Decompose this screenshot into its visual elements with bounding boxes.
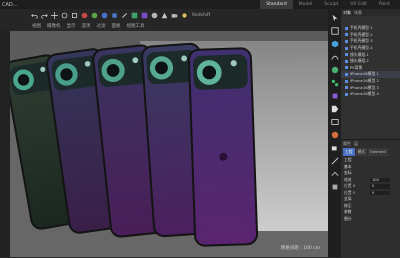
snap-icon[interactable]: [330, 156, 339, 165]
move-icon[interactable]: [50, 11, 58, 19]
list-item[interactable]: 镜头模组.2: [341, 58, 400, 65]
list-item[interactable]: iPhone16模型.1: [341, 71, 400, 78]
toolbar-label-view-tools: 视图工具: [126, 24, 145, 29]
generator-icon[interactable]: [330, 65, 339, 74]
value-field[interactable]: 0: [370, 184, 390, 189]
scale-icon[interactable]: [70, 11, 78, 19]
object-icon: [345, 79, 348, 83]
window-title: CAD...: [2, 1, 18, 8]
rotate-icon[interactable]: [60, 11, 68, 19]
object-icon: [345, 53, 348, 57]
object-icon: [345, 33, 348, 37]
tab-scene[interactable]: 场景: [354, 10, 362, 16]
object-icon: [345, 46, 348, 50]
mode-tab-project[interactable]: 工程: [343, 148, 355, 156]
layout-tab-sculpt[interactable]: Sculpt: [318, 0, 344, 9]
list-item[interactable]: PS背景: [341, 65, 400, 72]
object-icon: [345, 72, 348, 76]
axis-x-icon[interactable]: [80, 11, 88, 19]
spline-icon[interactable]: [330, 52, 339, 61]
workplane-icon[interactable]: [330, 169, 339, 178]
layout-tab-model[interactable]: Model: [293, 0, 319, 9]
menu-filter[interactable]: 过滤: [95, 22, 108, 30]
tab-objects[interactable]: 对象: [343, 10, 351, 16]
object-icon: [345, 59, 348, 63]
attribute-header: 属性 层: [341, 140, 400, 147]
object-icon: [345, 86, 348, 90]
mograph-icon[interactable]: [330, 78, 339, 87]
grid-spacing-label: 网格间距 : 100 cm: [280, 246, 320, 251]
list-item[interactable]: iPhone16模型.3: [341, 84, 400, 91]
menu-panel[interactable]: 面板: [110, 22, 123, 30]
object-manager-header: 对象 场景: [341, 9, 400, 16]
attribute-manager: 属性 层 工程 模式 Element 工程 基本 坐标 缩放 100 位置 X0 …: [341, 139, 400, 258]
frame-icon[interactable]: [330, 26, 339, 35]
tag-icon[interactable]: [330, 104, 339, 113]
value-field[interactable]: 100: [370, 177, 390, 182]
layout-tab-uv[interactable]: UV Edit: [344, 0, 373, 9]
list-item[interactable]: 镜头模组.1: [341, 51, 400, 58]
mode-tab-element[interactable]: Element: [368, 148, 388, 156]
redo-icon[interactable]: [40, 11, 48, 19]
tab-layers[interactable]: 层: [354, 141, 358, 147]
toolbar-row-2: 视图 摄像机 显示 选项 过滤 面板 视图工具: [30, 22, 147, 30]
material-icon[interactable]: [330, 130, 339, 139]
mode-tab-mode[interactable]: 模式: [355, 148, 368, 156]
3d-viewport[interactable]: 网格间距 : 100 cm: [10, 31, 328, 257]
list-item[interactable]: 手机壳模型.3: [341, 38, 400, 45]
list-item[interactable]: 手机壳模型.2: [341, 32, 400, 39]
toolbar-label-redshift[interactable]: Redshift: [190, 11, 212, 19]
list-item[interactable]: iPhone16模型.4: [341, 91, 400, 98]
toolbar-row-1: Redshift: [30, 11, 212, 19]
menu-camera[interactable]: 摄像机: [45, 22, 63, 30]
attribute-mode-tabs: 工程 模式 Element: [341, 147, 400, 157]
layout-tab-paint[interactable]: Paint: [373, 0, 396, 9]
list-item[interactable]: 手机壳模型.4: [341, 45, 400, 52]
cube-icon[interactable]: [110, 11, 118, 19]
cube-primitive-icon[interactable]: [330, 39, 339, 48]
right-icon-strip: [328, 9, 341, 257]
pen-icon[interactable]: [120, 11, 128, 19]
light-icon[interactable]: [180, 11, 188, 19]
tab-attributes[interactable]: 属性: [343, 141, 351, 147]
subdivision-icon[interactable]: [130, 11, 138, 19]
camera-icon[interactable]: [170, 11, 178, 19]
undo-icon[interactable]: [30, 11, 38, 19]
object-tree: 手机壳模型.1 手机壳模型.2 手机壳模型.3 手机壳模型.4 镜头模组.1 镜…: [341, 25, 400, 98]
axis-z-icon[interactable]: [100, 11, 108, 19]
object-icon: [345, 92, 348, 96]
select-icon[interactable]: [330, 13, 339, 22]
viewport-scene: [10, 31, 328, 257]
object-icon: [345, 66, 348, 70]
object-icon: [345, 26, 348, 30]
attr-row[interactable]: 细分: [341, 216, 400, 223]
value-field[interactable]: 0: [370, 190, 390, 195]
render-icon[interactable]: [330, 117, 339, 126]
phone-case[interactable]: [187, 47, 259, 247]
axis-y-icon[interactable]: [90, 11, 98, 19]
deformer-icon[interactable]: [140, 11, 148, 19]
deform-icon[interactable]: [330, 91, 339, 100]
list-item[interactable]: iPhone16模型.2: [341, 78, 400, 85]
title-bar: CAD... Standard Model Sculpt UV Edit Pai…: [0, 0, 400, 10]
right-panel: 对象 场景 手机壳模型.1 手机壳模型.2 手机壳模型.3 手机壳模型.4 镜头…: [341, 9, 400, 258]
left-tool-strip: [0, 31, 10, 257]
menu-view[interactable]: 视图: [30, 22, 43, 30]
main-toolbar: Redshift 视图 摄像机 显示 选项 过滤 面板 视图工具: [0, 9, 328, 32]
scene-icon[interactable]: [160, 11, 168, 19]
field-icon[interactable]: [150, 11, 158, 19]
menu-options[interactable]: 选项: [80, 22, 93, 30]
camera-tool-icon[interactable]: [330, 143, 339, 152]
list-item[interactable]: 手机壳模型.1: [341, 25, 400, 32]
object-icon: [345, 39, 348, 43]
menu-display[interactable]: 显示: [65, 22, 78, 30]
layer-icon[interactable]: [330, 182, 339, 191]
